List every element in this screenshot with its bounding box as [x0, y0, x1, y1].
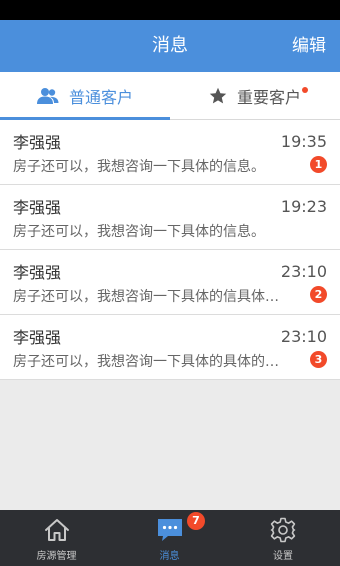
message-preview: 房子还可以，我想咨询一下具体的信息。 [13, 224, 265, 240]
unread-badge: 3 [310, 351, 327, 368]
tab-important-customers[interactable]: 重要客户 [170, 72, 340, 120]
star-icon [209, 87, 227, 105]
list-item[interactable]: 李强强 19:23 房子还可以，我想咨询一下具体的信息。 [0, 185, 340, 250]
nav-bar: 消息 编辑 [0, 20, 340, 72]
contact-name: 李强强 [13, 198, 62, 217]
message-list: 李强强 19:35 房子还可以，我想咨询一下具体的信息。 1 李强强 19:23… [0, 120, 340, 380]
message-preview: 房子还可以，我想咨询一下具体的信息。 [13, 159, 265, 175]
unread-count-badge: 7 [187, 512, 205, 530]
message-time: 23:10 [280, 327, 327, 346]
status-bar [0, 0, 340, 20]
message-preview: 房子还可以，我想咨询一下具体的信具体… [13, 289, 279, 305]
message-time: 23:10 [280, 262, 327, 281]
people-icon [36, 87, 59, 105]
tab-messages[interactable]: 消息 7 [113, 510, 226, 566]
bottom-tab-bar: 房源管理 消息 7 设置 [0, 510, 340, 566]
contact-name: 李强强 [13, 263, 62, 282]
tab-label: 普通客户 [68, 88, 133, 107]
edit-button[interactable]: 编辑 [292, 20, 326, 72]
home-icon [44, 517, 70, 543]
message-time: 19:23 [280, 197, 327, 216]
gear-icon [270, 517, 296, 543]
customer-tabs: 普通客户 重要客户 [0, 72, 340, 120]
tab-normal-customers[interactable]: 普通客户 [0, 72, 170, 120]
list-item[interactable]: 李强强 23:10 房子还可以，我想咨询一下具体的信具体… 2 [0, 250, 340, 315]
contact-name: 李强强 [13, 328, 62, 347]
tab-label: 重要客户 [236, 88, 301, 107]
new-indicator-dot [302, 87, 308, 93]
tab-label: 消息 [159, 551, 180, 562]
chat-icon [156, 517, 184, 543]
list-item[interactable]: 李强强 19:35 房子还可以，我想咨询一下具体的信息。 1 [0, 120, 340, 185]
message-time: 19:35 [280, 132, 327, 151]
contact-name: 李强强 [13, 133, 62, 152]
tab-label: 设置 [273, 551, 293, 562]
unread-badge: 2 [310, 286, 327, 303]
message-preview: 房子还可以，我想咨询一下具体的具体的… [13, 354, 279, 370]
tab-label: 房源管理 [36, 551, 77, 562]
list-item[interactable]: 李强强 23:10 房子还可以，我想咨询一下具体的具体的… 3 [0, 315, 340, 380]
tab-property-management[interactable]: 房源管理 [0, 510, 113, 566]
tab-settings[interactable]: 设置 [226, 510, 340, 566]
page-title: 消息 [152, 35, 188, 56]
unread-badge: 1 [310, 156, 327, 173]
